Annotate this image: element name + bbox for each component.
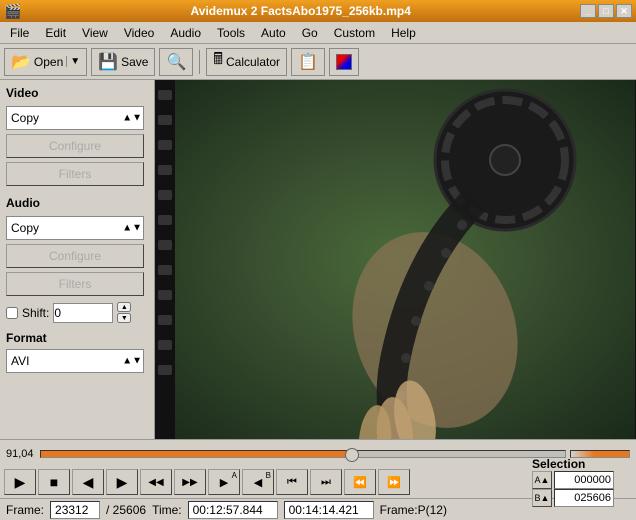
seek-bar[interactable] [40, 450, 566, 458]
unknown-button-1[interactable]: 🔍 [159, 48, 193, 76]
menu-go[interactable]: Go [294, 24, 326, 42]
duration-value: 00:14:14.421 [284, 501, 374, 519]
selection-b-button[interactable]: B▲ [532, 489, 552, 507]
menu-auto[interactable]: Auto [253, 24, 294, 42]
menu-custom[interactable]: Custom [326, 24, 383, 42]
calculator-icon: 🖩 [213, 48, 223, 75]
audio-filters-button[interactable]: Filters [6, 272, 144, 296]
menu-audio[interactable]: Audio [162, 24, 209, 42]
save-button[interactable]: 💾 Save [91, 48, 155, 76]
shift-down-button[interactable]: ▼ [117, 313, 131, 323]
selection-b-row: B▲ 025606 [532, 489, 614, 507]
close-button[interactable]: ✕ [616, 4, 632, 18]
main-content: Video Copy MPEG-4 AVC MPEG-4 ASP FFV1 ▲▼… [0, 80, 636, 439]
play-button[interactable]: ▶ [4, 469, 36, 495]
goto-start-button[interactable]: ⏪ [344, 469, 376, 495]
audio-codec-select[interactable]: Copy MP3 AAC AC3 [6, 216, 144, 240]
open-label: Open [34, 55, 63, 69]
transport-row: ▶ ■ ◀ ▶ ◀◀ ▶▶ A▶ B◀ ⏮ ⏭ ⏪ ⏩ Selection A▲… [0, 466, 636, 498]
folder-icon: 📂 [11, 52, 31, 72]
open-button[interactable]: 📂 Open ▼ [4, 48, 87, 76]
format-select[interactable]: AVI MKV MP4 MOV [6, 349, 144, 373]
selection-a-button[interactable]: A▲ [532, 471, 552, 489]
format-wrapper: AVI MKV MP4 MOV ▲▼ [6, 349, 144, 373]
mark-a-button[interactable]: A▶ [208, 469, 240, 495]
selection-panel: Selection A▲ 000000 B▲ 025606 [532, 457, 632, 507]
mark-b-button[interactable]: B◀ [242, 469, 274, 495]
goto-end-button[interactable]: ⏩ [378, 469, 410, 495]
video-codec-select[interactable]: Copy MPEG-4 AVC MPEG-4 ASP FFV1 [6, 106, 144, 130]
seek-position-label: 91,04 [6, 448, 36, 460]
video-filters-button[interactable]: Filters [6, 162, 144, 186]
titlebar: 🎬 Avidemux 2 FactsAbo1975_256kb.mp4 _ □ … [0, 0, 636, 22]
total-frames-label: / 25606 [106, 503, 146, 517]
save-icon: 💾 [98, 52, 118, 72]
menu-file[interactable]: File [2, 24, 37, 42]
format-section-label: Format [6, 331, 148, 345]
toolbar-separator [199, 50, 200, 74]
app-icon: 🎬 [4, 3, 21, 20]
menu-video[interactable]: Video [116, 24, 162, 42]
video-section-label: Video [6, 86, 148, 100]
color-icon [336, 54, 352, 70]
shift-label: Shift: [22, 306, 49, 320]
bottom-controls: 91,04 ▶ ■ ◀ ▶ ◀◀ ▶▶ A▶ B◀ ⏮ ⏭ ⏪ ⏩ Select… [0, 439, 636, 519]
prev-key-button[interactable]: ◀◀ [140, 469, 172, 495]
audio-configure-button[interactable]: Configure [6, 244, 144, 268]
toolbar: 📂 Open ▼ 💾 Save 🔍 🖩 Calculator 📋 [0, 44, 636, 80]
minimize-button[interactable]: _ [580, 4, 596, 18]
left-panel: Video Copy MPEG-4 AVC MPEG-4 ASP FFV1 ▲▼… [0, 80, 155, 439]
video-codec-wrapper: Copy MPEG-4 AVC MPEG-4 ASP FFV1 ▲▼ [6, 106, 144, 130]
film-visual [155, 80, 636, 439]
menu-edit[interactable]: Edit [37, 24, 74, 42]
prev-frame-button[interactable]: ◀ [72, 469, 104, 495]
time-value: 00:12:57.844 [188, 501, 278, 519]
frame-value: 23312 [50, 501, 100, 519]
shift-row: Shift: ▲ ▼ [6, 302, 148, 323]
next-frame-button[interactable]: ▶ [106, 469, 138, 495]
segment-icon: 📋 [298, 52, 318, 72]
next-key-button[interactable]: ▶▶ [174, 469, 206, 495]
audio-section-label: Audio [6, 196, 148, 210]
color-button[interactable] [329, 48, 359, 76]
window-controls: _ □ ✕ [580, 4, 632, 18]
selection-title: Selection [532, 457, 585, 471]
window-title: Avidemux 2 FactsAbo1975_256kb.mp4 [21, 4, 580, 18]
menu-help[interactable]: Help [383, 24, 424, 42]
seek-thumb[interactable] [345, 448, 359, 462]
selection-a-row: A▲ 000000 [532, 471, 614, 489]
shift-input[interactable] [53, 303, 113, 323]
segment-button[interactable]: 📋 [291, 48, 325, 76]
menubar: File Edit View Video Audio Tools Auto Go… [0, 22, 636, 44]
goto-next-segment-button[interactable]: ⏭ [310, 469, 342, 495]
shift-up-button[interactable]: ▲ [117, 302, 131, 312]
open-dropdown-arrow[interactable]: ▼ [66, 56, 80, 67]
magnify-icon: 🔍 [166, 52, 186, 72]
maximize-button[interactable]: □ [598, 4, 614, 18]
shift-checkbox[interactable] [6, 307, 18, 319]
video-frame [155, 80, 636, 439]
video-configure-button[interactable]: Configure [6, 134, 144, 158]
menu-view[interactable]: View [74, 24, 116, 42]
calculator-button[interactable]: 🖩 Calculator [206, 48, 287, 76]
selection-b-value: 025606 [554, 489, 614, 507]
video-area[interactable] [155, 80, 636, 439]
save-label: Save [121, 55, 148, 69]
frame-label: Frame: [6, 503, 44, 517]
menu-tools[interactable]: Tools [209, 24, 253, 42]
selection-a-value: 000000 [554, 471, 614, 489]
calculator-label: Calculator [226, 55, 280, 69]
goto-prev-segment-button[interactable]: ⏮ [276, 469, 308, 495]
time-label: Time: [152, 503, 182, 517]
audio-codec-wrapper: Copy MP3 AAC AC3 ▲▼ [6, 216, 144, 240]
frame-type-value: Frame:P(12) [380, 503, 447, 517]
stop-button[interactable]: ■ [38, 469, 70, 495]
